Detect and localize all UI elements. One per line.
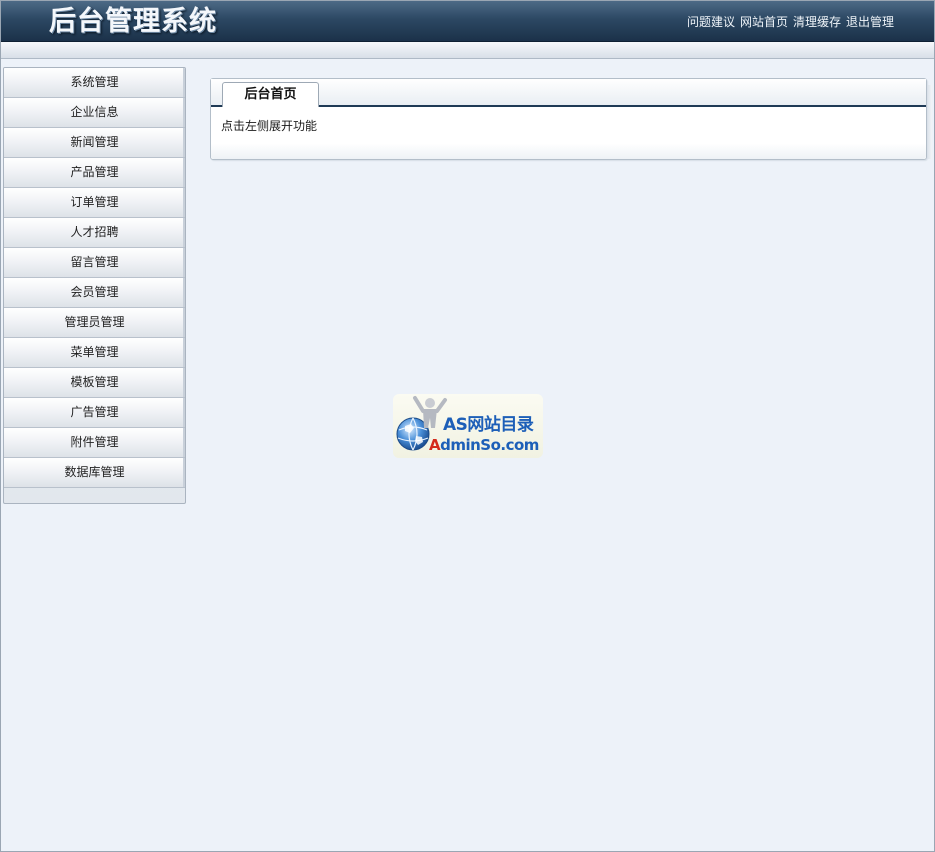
clear-cache-link[interactable]: 清理缓存 [793,13,841,30]
sidebar-item-administrators[interactable]: 管理员管理 [4,308,185,338]
header-bar: 后台管理系统 问题建议 网站首页 清理缓存 退出管理 [1,1,934,42]
admin-window: 后台管理系统 问题建议 网站首页 清理缓存 退出管理 系统管理 企业信息 新闻管… [0,0,935,852]
sidebar-item-news[interactable]: 新闻管理 [4,128,185,158]
tab-strip: 后台首页 [211,79,926,107]
adminso-logo: AS网站目录 AdminSo.com [393,394,543,458]
system-title: 后台管理系统 [49,6,217,37]
tab-admin-home[interactable]: 后台首页 [222,82,319,107]
panel-content: 点击左侧展开功能 [211,107,926,159]
logo-domain-initial: A [429,436,441,454]
logo-domain: AdminSo.com [429,436,539,454]
sidebar-item-database[interactable]: 数据库管理 [4,458,185,488]
sidebar-item-system[interactable]: 系统管理 [4,68,185,98]
sidebar-item-menus[interactable]: 菜单管理 [4,338,185,368]
logo-domain-rest: dminSo.com [440,436,539,454]
header-subbar [1,42,934,59]
sidebar-item-members[interactable]: 会员管理 [4,278,185,308]
sidebar-item-ads[interactable]: 广告管理 [4,398,185,428]
sidebar-item-products[interactable]: 产品管理 [4,158,185,188]
sidebar-item-recruitment[interactable]: 人才招聘 [4,218,185,248]
sidebar-item-templates[interactable]: 模板管理 [4,368,185,398]
logout-link[interactable]: 退出管理 [846,13,894,30]
site-home-link[interactable]: 网站首页 [740,13,788,30]
sidebar-item-attachments[interactable]: 附件管理 [4,428,185,458]
top-links: 问题建议 网站首页 清理缓存 退出管理 [687,1,894,41]
sidebar-item-orders[interactable]: 订单管理 [4,188,185,218]
sidebar-menu: 系统管理 企业信息 新闻管理 产品管理 订单管理 人才招聘 留言管理 会员管理 … [3,67,186,504]
sidebar-item-company-info[interactable]: 企业信息 [4,98,185,128]
instruction-text: 点击左侧展开功能 [221,119,318,133]
sidebar-item-messages[interactable]: 留言管理 [4,248,185,278]
panel-scroll-edge [928,85,932,159]
logo-title: AS网站目录 [443,415,534,435]
feedback-link[interactable]: 问题建议 [687,13,735,30]
main-panel: 后台首页 点击左侧展开功能 [210,78,932,160]
